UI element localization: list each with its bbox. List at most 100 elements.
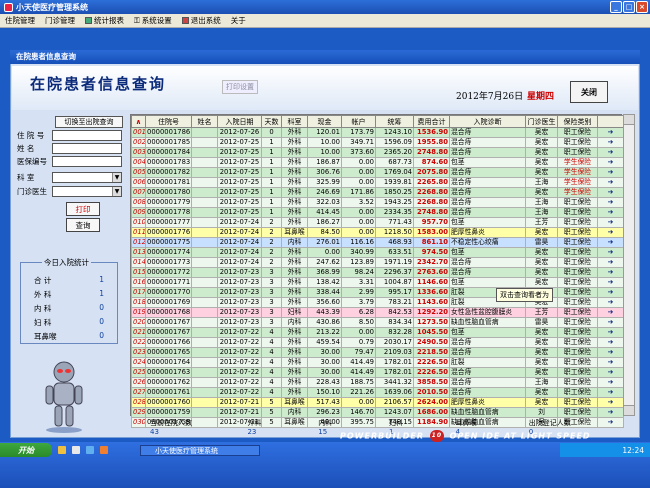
table-row[interactable]: 023 0000001765 2012-07-22 4 外科 30.00 79.47 2109… — [131, 347, 624, 358]
table-row[interactable]: 021 0000001767 2012-07-22 4 外科 213.22 0.00 832.… — [131, 327, 624, 338]
col-header-total-cost[interactable]: 费用合计 — [413, 115, 450, 128]
switch-discharge-button[interactable]: 切换至出院查询 — [55, 116, 123, 128]
query-button[interactable]: 查询 — [66, 218, 100, 232]
cell-detail-arrow[interactable]: ➔ — [597, 337, 624, 348]
col-header-days[interactable]: 天数 — [261, 115, 282, 128]
inpatient-no-input[interactable] — [52, 130, 122, 141]
cell-doctor: 吴宏 — [525, 327, 558, 338]
cell-detail-arrow[interactable]: ➔ — [597, 267, 624, 278]
table-row[interactable]: 012 0000001775 2012-07-24 2 内科 276.01 116.16 46… — [131, 237, 624, 248]
close-window-button[interactable]: × — [636, 1, 648, 13]
table-row[interactable]: 014 0000001773 2012-07-24 2 外科 247.62 123.89 19… — [131, 257, 624, 268]
cell-detail-arrow[interactable]: ➔ — [597, 217, 624, 228]
menu-reports[interactable]: 统计报表 — [80, 15, 129, 26]
cell-detail-arrow[interactable]: ➔ — [597, 167, 624, 178]
col-header-inpatient-no[interactable]: 住院号 — [145, 115, 192, 128]
sort-indicator[interactable]: ∧ — [131, 115, 146, 128]
cell-detail-arrow[interactable]: ➔ — [597, 397, 624, 408]
cell-detail-arrow[interactable]: ➔ — [597, 407, 624, 418]
department-select[interactable]: ▼ — [52, 172, 122, 183]
quicklaunch-ie-icon[interactable] — [58, 446, 66, 454]
print-button[interactable]: 打印 — [66, 202, 100, 216]
cell-detail-arrow[interactable]: ➔ — [597, 187, 624, 198]
table-row[interactable]: 015 0000001772 2012-07-23 3 外科 368.99 98.24 229… — [131, 267, 624, 278]
cell-detail-arrow[interactable]: ➔ — [597, 137, 624, 148]
menu-exit[interactable]: 退出系统 — [177, 15, 226, 26]
col-header-diagnosis[interactable]: 入院诊断 — [449, 115, 526, 128]
col-header-admit-date[interactable]: 入院日期 — [217, 115, 262, 128]
table-row[interactable]: 013 0000001774 2012-07-24 2 外科 0.00 340.99 633.… — [131, 247, 624, 258]
table-row[interactable]: 001 0000001786 2012-07-26 0 外科 120.01 173.79 12… — [131, 127, 624, 138]
cell-detail-arrow[interactable]: ➔ — [597, 147, 624, 158]
cell-detail-arrow[interactable]: ➔ — [597, 257, 624, 268]
table-row[interactable]: 026 0000001762 2012-07-22 4 外科 228.43 188.75 34… — [131, 377, 624, 388]
cell-detail-arrow[interactable]: ➔ — [597, 317, 624, 328]
cell-detail-arrow[interactable]: ➔ — [597, 297, 624, 308]
summary-bar: 当前在院人数 43 外科 23 内科 15 妇科 1 耳鼻喉 4 出院登记人数 … — [130, 418, 622, 436]
quicklaunch-app-icon[interactable] — [100, 446, 108, 454]
table-row[interactable]: 009 0000001778 2012-07-25 1 外科 414.45 0.00 2334… — [131, 207, 624, 218]
cell-detail-arrow[interactable]: ➔ — [597, 307, 624, 318]
close-button[interactable]: 关闭 — [570, 81, 608, 103]
table-scrollbar[interactable] — [623, 114, 635, 416]
table-row[interactable]: 008 0000001779 2012-07-25 1 外科 322.03 3.52 1943… — [131, 197, 624, 208]
table-row[interactable]: 019 0000001768 2012-07-23 3 妇科 443.39 6.28 842.… — [131, 307, 624, 318]
quicklaunch-media-icon[interactable] — [86, 446, 94, 454]
cell-detail-arrow[interactable]: ➔ — [597, 377, 624, 388]
cell-detail-arrow[interactable]: ➔ — [597, 387, 624, 398]
table-row[interactable]: 002 0000001785 2012-07-25 1 外科 10.00 349.71 159… — [131, 137, 624, 148]
start-button[interactable]: 开始 — [0, 443, 52, 457]
quicklaunch-desktop-icon[interactable] — [72, 446, 80, 454]
table-row[interactable]: 003 0000001784 2012-07-25 1 外科 10.00 373.60 236… — [131, 147, 624, 158]
table-row[interactable]: 006 0000001781 2012-07-25 1 外科 325.99 0.00 1939… — [131, 177, 624, 188]
table-row[interactable]: 007 0000001780 2012-07-25 1 外科 246.69 171.86 18… — [131, 187, 624, 198]
scroll-up-button[interactable] — [624, 115, 634, 125]
cell-detail-arrow[interactable]: ➔ — [597, 127, 624, 138]
table-row[interactable]: 027 0000001761 2012-07-22 4 外科 150.10 221.26 16… — [131, 387, 624, 398]
insurance-no-input[interactable] — [52, 156, 122, 167]
col-header-pooled[interactable]: 统筹 — [375, 115, 414, 128]
cell-detail-arrow[interactable]: ➔ — [597, 347, 624, 358]
col-header-insurance[interactable]: 保险类别 — [557, 115, 598, 128]
cell-detail-arrow[interactable]: ➔ — [597, 207, 624, 218]
cell-detail-arrow[interactable]: ➔ — [597, 357, 624, 368]
col-header-doctor[interactable]: 门诊医生 — [525, 115, 558, 128]
table-row[interactable]: 010 0000001777 2012-07-24 2 外科 186.27 0.00 771.… — [131, 217, 624, 228]
cell-row-no: 019 — [131, 307, 146, 318]
table-row[interactable]: 016 0000001771 2012-07-23 3 外科 138.42 3.31 1004… — [131, 277, 624, 288]
cell-detail-arrow[interactable]: ➔ — [597, 227, 624, 238]
cell-detail-arrow[interactable]: ➔ — [597, 237, 624, 248]
maximize-button[interactable]: □ — [623, 1, 635, 13]
table-row[interactable]: 024 0000001764 2012-07-22 4 外科 30.00 414.49 178… — [131, 357, 624, 368]
table-row[interactable]: 028 0000001760 2012-07-21 5 耳鼻喉 517.43 0.00 210… — [131, 397, 624, 408]
print-settings-button[interactable]: 打印设置 — [222, 80, 258, 94]
cell-detail-arrow[interactable]: ➔ — [597, 287, 624, 298]
cell-detail-arrow[interactable]: ➔ — [597, 177, 624, 188]
doctor-select[interactable]: ▼ — [52, 186, 122, 197]
menu-about[interactable]: 关于 — [226, 15, 251, 26]
col-header-cash[interactable]: 现金 — [307, 115, 342, 128]
cell-detail-arrow[interactable]: ➔ — [597, 367, 624, 378]
cell-detail-arrow[interactable]: ➔ — [597, 197, 624, 208]
table-row[interactable]: 029 0000001759 2012-07-21 5 内科 296.23 146.70 12… — [131, 407, 624, 418]
cell-detail-arrow[interactable]: ➔ — [597, 277, 624, 288]
minimize-button[interactable]: _ — [610, 1, 622, 13]
table-row[interactable]: 022 0000001766 2012-07-22 4 外科 459.54 0.79 2030… — [131, 337, 624, 348]
menu-outpatient[interactable]: 门诊管理 — [40, 15, 80, 26]
name-input[interactable] — [52, 143, 122, 154]
scroll-down-button[interactable] — [624, 405, 634, 415]
menu-inpatient[interactable]: 住院管理 — [0, 15, 40, 26]
cell-detail-arrow[interactable]: ➔ — [597, 157, 624, 168]
table-row[interactable]: 005 0000001782 2012-07-25 1 外科 306.76 0.00 1769… — [131, 167, 624, 178]
col-header-department[interactable]: 科室 — [281, 115, 308, 128]
menu-settings[interactable]: ⚿ 系统设置 — [129, 15, 177, 26]
col-header-name[interactable]: 姓名 — [191, 115, 218, 128]
table-row[interactable]: 020 0000001767 2012-07-23 3 内科 430.86 8.50 834.… — [131, 317, 624, 328]
col-header-account[interactable]: 帐户 — [341, 115, 376, 128]
table-row[interactable]: 011 0000001776 2012-07-24 2 耳鼻喉 84.50 0.00 1218… — [131, 227, 624, 238]
table-row[interactable]: 025 0000001763 2012-07-22 4 外科 30.00 414.49 178… — [131, 367, 624, 378]
cell-detail-arrow[interactable]: ➔ — [597, 327, 624, 338]
table-row[interactable]: 004 0000001783 2012-07-25 1 外科 186.87 0.00 687.… — [131, 157, 624, 168]
cell-detail-arrow[interactable]: ➔ — [597, 247, 624, 258]
taskbar-item-app[interactable]: 小天使医疗管理系统 — [140, 445, 260, 456]
